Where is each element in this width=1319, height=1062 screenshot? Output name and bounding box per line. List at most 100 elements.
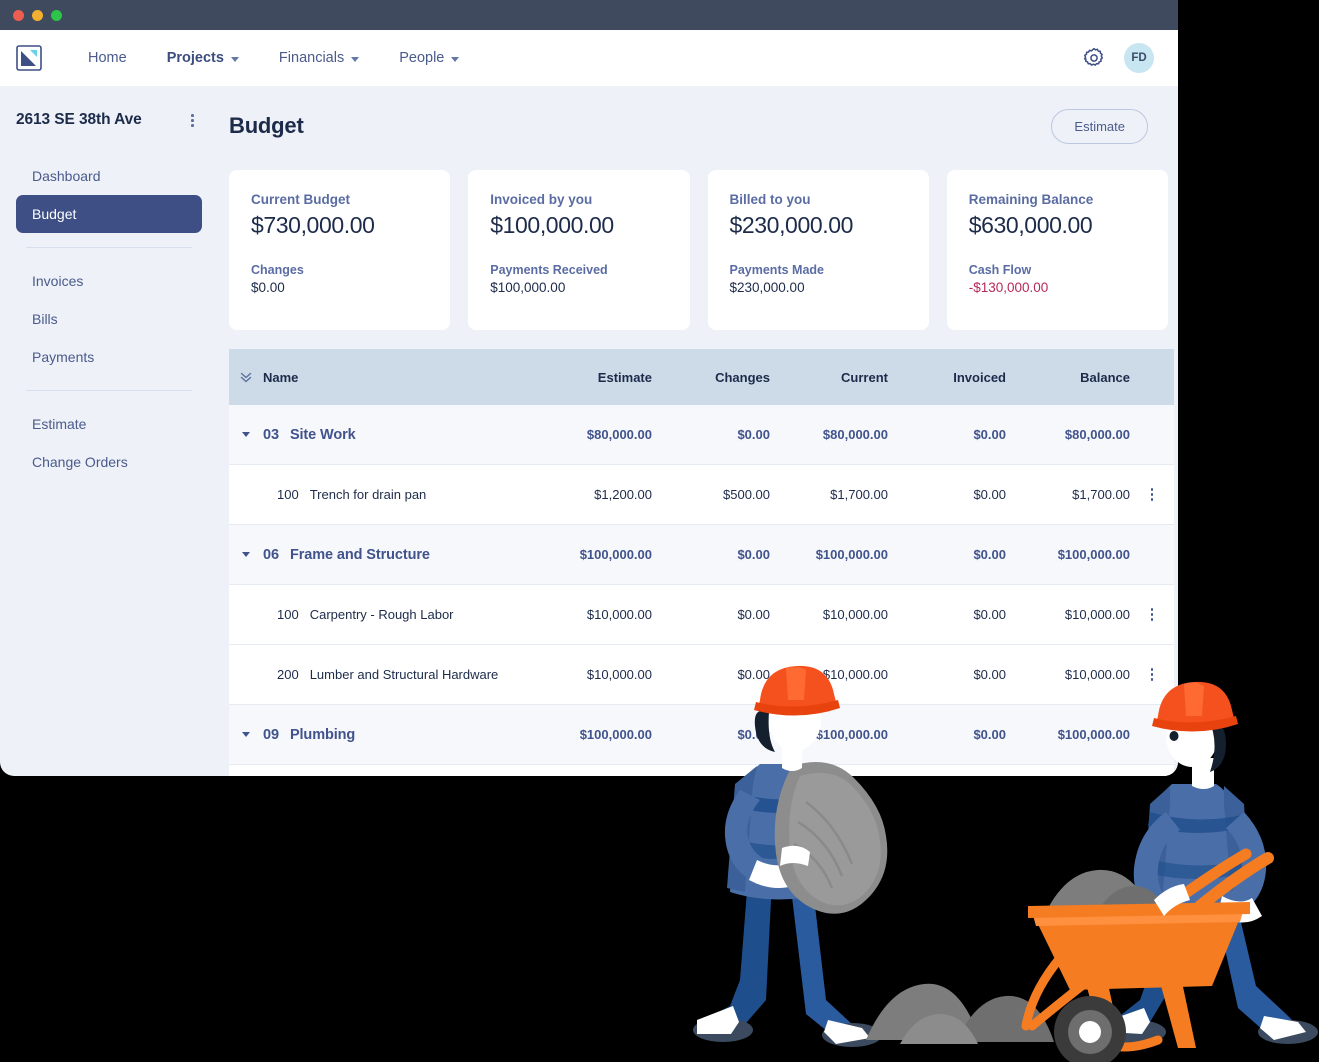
cell-invoiced: $0.00: [888, 727, 1006, 742]
nav-item-label: Financials: [279, 50, 344, 66]
nav-item-label: Home: [88, 50, 127, 66]
gear-icon[interactable]: [1082, 46, 1106, 70]
sidebar-item-label: Budget: [32, 206, 76, 222]
chevron-down-icon: [231, 57, 239, 62]
sidebar-item-label: Change Orders: [32, 454, 128, 470]
page-title: Budget: [229, 113, 304, 139]
item-code: 200: [277, 667, 299, 682]
collapse-all-button[interactable]: [229, 370, 263, 384]
item-code: 100: [277, 607, 299, 622]
group-name-cell: 09 Plumbing: [263, 727, 534, 743]
table-row[interactable]: 200 Lumber and Structural Hardware $10,0…: [229, 645, 1174, 705]
card-sub-label: Payments Received: [490, 263, 667, 277]
table-group-row[interactable]: 06 Frame and Structure $100,000.00 $0.00…: [229, 525, 1174, 585]
table-group-row[interactable]: 09 Plumbing $100,000.00 $0.00 $100,000.0…: [229, 705, 1174, 765]
double-chevron-down-icon: [239, 370, 253, 384]
expand-toggle[interactable]: [229, 432, 263, 437]
summary-cards: Current Budget $730,000.00 Changes $0.00…: [218, 148, 1178, 330]
group-label: Frame and Structure: [290, 547, 430, 563]
project-title: 2613 SE 38th Ave: [16, 111, 142, 129]
sidebar: 2613 SE 38th Ave Dashboard Budget Invoic…: [0, 86, 218, 776]
rubble-pile: [866, 984, 1054, 1044]
nav-item-projects[interactable]: Projects: [147, 44, 259, 72]
sidebar-item-dashboard[interactable]: Dashboard: [16, 157, 202, 195]
sidebar-item-estimate[interactable]: Estimate: [16, 405, 202, 443]
card-sub-value: $100,000.00: [490, 280, 667, 295]
sidebar-item-label: Invoices: [32, 273, 83, 289]
sidebar-item-invoices[interactable]: Invoices: [16, 262, 202, 300]
chevron-down-icon: [351, 57, 359, 62]
caret-down-icon: [242, 732, 250, 737]
cell-current: $1,700.00: [770, 487, 888, 502]
expand-toggle[interactable]: [229, 732, 263, 737]
card-value: $230,000.00: [730, 212, 907, 239]
card-value: $100,000.00: [490, 212, 667, 239]
nav-item-financials[interactable]: Financials: [259, 44, 379, 72]
sidebar-item-change-orders[interactable]: Change Orders: [16, 443, 202, 481]
item-name-cell: 200 Lumber and Structural Hardware: [263, 667, 534, 682]
user-avatar[interactable]: FD: [1124, 43, 1154, 73]
item-code: 100: [277, 487, 299, 502]
screenshot-stage: Home Projects Financials People: [0, 0, 1319, 1062]
column-header-name[interactable]: Name: [263, 370, 534, 385]
close-window-button[interactable]: [13, 10, 24, 21]
caret-down-icon: [242, 432, 250, 437]
project-options-kebab-icon[interactable]: [185, 110, 200, 131]
cell-changes: $0.00: [652, 607, 770, 622]
table-header-row: Name Estimate Changes Current Invoiced B…: [229, 349, 1174, 405]
card-sub-label: Cash Flow: [969, 263, 1146, 277]
table-row[interactable]: 100 New Plumbing $10,000.00 $0.00 $10,00…: [229, 765, 1174, 776]
cell-changes: $500.00: [652, 487, 770, 502]
sidebar-item-budget[interactable]: Budget: [16, 195, 202, 233]
column-header-estimate[interactable]: Estimate: [534, 370, 652, 385]
table-row[interactable]: 100 Trench for drain pan $1,200.00 $500.…: [229, 465, 1174, 525]
column-header-changes[interactable]: Changes: [652, 370, 770, 385]
row-actions-button[interactable]: [1130, 668, 1174, 681]
cell-estimate: $10,000.00: [534, 607, 652, 622]
item-label: Trench for drain pan: [310, 487, 427, 502]
nav-item-label: Projects: [167, 50, 224, 66]
cell-invoiced: $0.00: [888, 607, 1006, 622]
table-group-row[interactable]: 03 Site Work $80,000.00 $0.00 $80,000.00…: [229, 405, 1174, 465]
nav-item-home[interactable]: Home: [68, 44, 147, 72]
column-header-current[interactable]: Current: [770, 370, 888, 385]
app-logo-icon[interactable]: [14, 43, 44, 73]
table-row[interactable]: 100 Carpentry - Rough Labor $10,000.00 $…: [229, 585, 1174, 645]
card-label: Invoiced by you: [490, 192, 667, 207]
minimize-window-button[interactable]: [32, 10, 43, 21]
sidebar-item-payments[interactable]: Payments: [16, 338, 202, 376]
cell-current: $10,000.00: [770, 607, 888, 622]
group-code: 03: [263, 427, 279, 443]
group-label: Site Work: [290, 427, 356, 443]
summary-card-billed-to-you: Billed to you $230,000.00 Payments Made …: [708, 170, 929, 330]
kebab-menu-icon: [1151, 488, 1154, 501]
sidebar-item-bills[interactable]: Bills: [16, 300, 202, 338]
cell-current: $100,000.00: [770, 547, 888, 562]
cell-current: $10,000.00: [770, 667, 888, 682]
cell-estimate: $100,000.00: [534, 727, 652, 742]
item-name-cell: 100 Trench for drain pan: [263, 487, 534, 502]
sidebar-item-label: Payments: [32, 349, 94, 365]
sidebar-divider: [26, 247, 192, 248]
row-actions-button[interactable]: [1130, 608, 1174, 621]
kebab-menu-icon: [1151, 668, 1154, 681]
item-label: Carpentry - Rough Labor: [310, 607, 454, 622]
summary-card-remaining-balance: Remaining Balance $630,000.00 Cash Flow …: [947, 170, 1168, 330]
group-name-cell: 06 Frame and Structure: [263, 547, 534, 563]
column-header-balance[interactable]: Balance: [1006, 370, 1130, 385]
sidebar-item-label: Dashboard: [32, 168, 101, 184]
main-content: Budget Estimate Current Budget $730,000.…: [218, 86, 1178, 776]
expand-toggle[interactable]: [229, 552, 263, 557]
cell-changes: $0.00: [652, 427, 770, 442]
budget-table: Name Estimate Changes Current Invoiced B…: [229, 349, 1174, 776]
nav-item-people[interactable]: People: [379, 44, 479, 72]
card-sub-label: Payments Made: [730, 263, 907, 277]
summary-card-invoiced-by-you: Invoiced by you $100,000.00 Payments Rec…: [468, 170, 689, 330]
estimate-button[interactable]: Estimate: [1051, 109, 1148, 144]
cell-estimate: $1,200.00: [534, 487, 652, 502]
summary-card-current-budget: Current Budget $730,000.00 Changes $0.00: [229, 170, 450, 330]
row-actions-button[interactable]: [1130, 488, 1174, 501]
column-header-invoiced[interactable]: Invoiced: [888, 370, 1006, 385]
maximize-window-button[interactable]: [51, 10, 62, 21]
card-label: Remaining Balance: [969, 192, 1146, 207]
